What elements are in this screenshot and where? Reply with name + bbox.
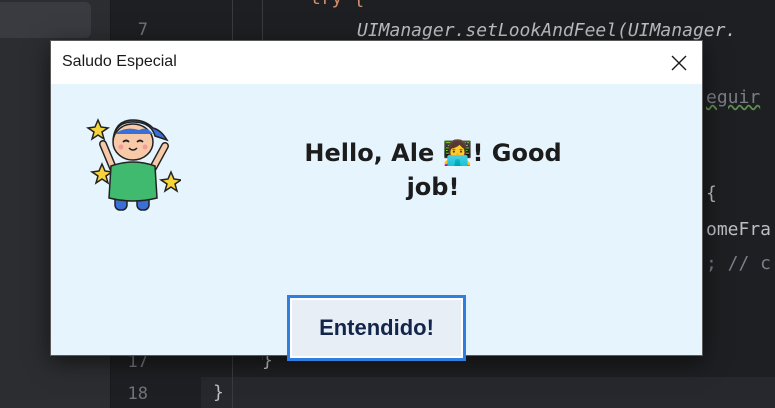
code-line-18: } bbox=[213, 382, 224, 403]
line-number: 18 bbox=[127, 384, 148, 404]
greeting-dialog: Saludo Especial bbox=[50, 40, 703, 361]
code-fragment: omeFra bbox=[706, 219, 772, 240]
ok-button[interactable]: Entendido! bbox=[287, 295, 466, 361]
code-comment-fragment: ; // c bbox=[706, 253, 772, 274]
selected-tree-item[interactable] bbox=[0, 2, 91, 38]
line-number: 7 bbox=[137, 20, 148, 40]
code-fragment: { bbox=[706, 183, 717, 204]
current-line-highlight bbox=[201, 377, 775, 408]
code-line-7: UIManager.setLookAndFeel(UIManager. bbox=[357, 20, 737, 41]
close-icon bbox=[671, 55, 687, 70]
close-button[interactable] bbox=[656, 41, 702, 84]
happy-kid-sticker-icon bbox=[85, 118, 181, 211]
dialog-title: Saludo Especial bbox=[62, 53, 177, 70]
code-try-keyword: try { bbox=[310, 0, 364, 9]
code-fragment: eguir bbox=[706, 87, 761, 108]
dialog-content: Hello, Ale 👩‍💻! Good job! Entendido! bbox=[51, 84, 702, 361]
greeting-message: Hello, Ale 👩‍💻! Good job! bbox=[304, 139, 562, 201]
dialog-titlebar[interactable]: Saludo Especial bbox=[51, 41, 702, 84]
